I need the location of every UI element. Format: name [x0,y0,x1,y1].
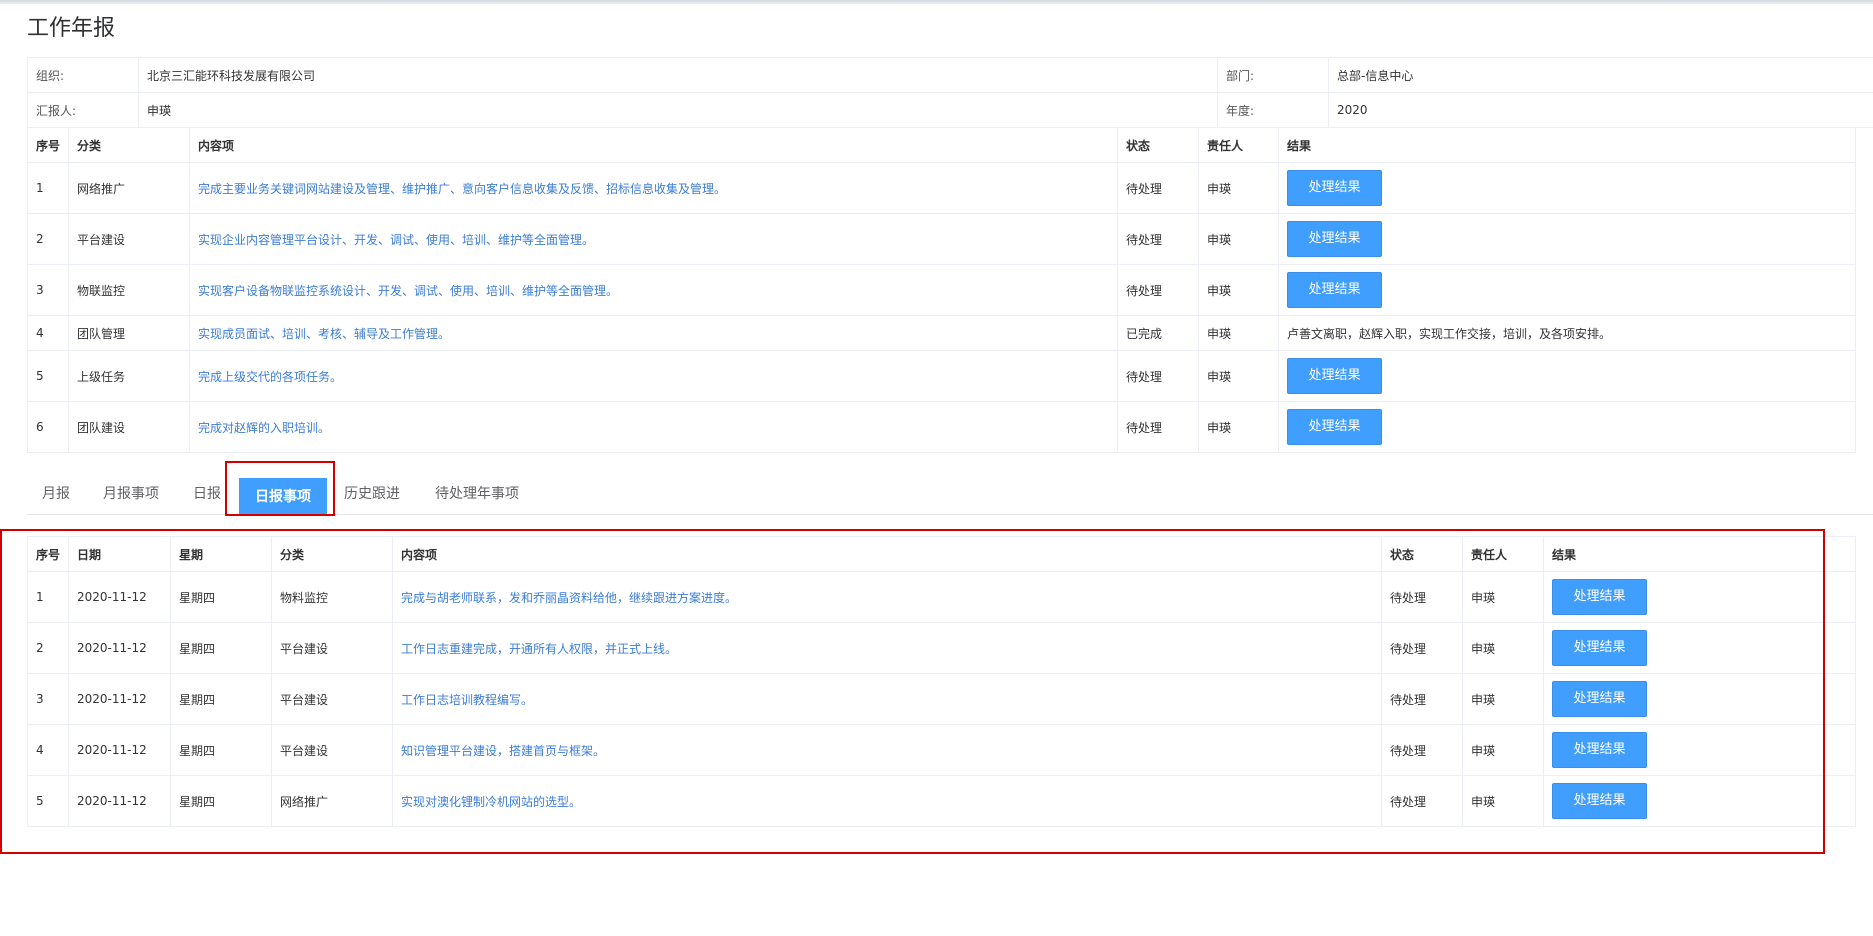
table-row: 2 平台建设 实现企业内容管理平台设计、开发、调试、使用、培训、维护等全面管理。… [27,213,1856,265]
top-bar [0,0,1873,4]
header-status: 状态 [1117,127,1199,163]
tab-daily-report[interactable]: 日报 [193,474,221,514]
tab-highlight-box [225,461,335,516]
reporter-label: 汇报人: [27,92,139,128]
row-status: 待处理 [1117,213,1199,265]
process-result-button[interactable]: 处理结果 [1287,272,1382,308]
row-category: 物联监控 [68,264,190,316]
row-category: 上级任务 [68,350,190,402]
row-category: 网络推广 [68,162,190,214]
tab-history-followup[interactable]: 历史跟进 [344,474,400,514]
row-owner: 申瑛 [1198,162,1279,214]
row-result-text: 卢善文离职，赵辉入职，实现工作交接，培训，及各项安排。 [1278,315,1856,351]
row-owner: 申瑛 [1198,350,1279,402]
header-content: 内容项 [189,127,1118,163]
table-row: 3 物联监控 实现客户设备物联监控系统设计、开发、调试、使用、培训、维护等全面管… [27,264,1856,316]
row-status: 待处理 [1117,350,1199,402]
row-status: 待处理 [1117,162,1199,214]
row-status: 已完成 [1117,315,1199,351]
header-owner: 责任人 [1198,127,1279,163]
row-category: 团队管理 [68,315,190,351]
dept-value: 总部-信息中心 [1328,57,1873,93]
reporter-value: 申瑛 [138,92,1218,128]
process-result-button[interactable]: 处理结果 [1287,358,1382,394]
row-category: 平台建设 [68,213,190,265]
table-row: 4 团队管理 实现成员面试、培训、考核、辅导及工作管理。 已完成 申瑛 卢善文离… [27,315,1856,351]
row-owner: 申瑛 [1198,213,1279,265]
org-value: 北京三汇能环科技发展有限公司 [138,57,1218,93]
row-content-link[interactable]: 完成主要业务关键词网站建设及管理、维护推广、意向客户信息收集及反馈、招标信息收集… [189,162,1118,214]
process-result-button[interactable]: 处理结果 [1287,221,1382,257]
page-title: 工作年报 [27,16,116,41]
row-content-link[interactable]: 实现企业内容管理平台设计、开发、调试、使用、培训、维护等全面管理。 [189,213,1118,265]
row-no: 2 [27,213,69,265]
row-content-link[interactable]: 完成对赵辉的入职培训。 [189,401,1118,453]
header-result: 结果 [1278,127,1856,163]
tab-monthly-items[interactable]: 月报事项 [103,474,159,514]
process-result-button[interactable]: 处理结果 [1287,409,1382,445]
row-status: 待处理 [1117,401,1199,453]
row-no: 5 [27,350,69,402]
table-row: 5 上级任务 完成上级交代的各项任务。 待处理 申瑛 处理结果 [27,350,1856,402]
process-result-button[interactable]: 处理结果 [1287,170,1382,206]
row-no: 1 [27,162,69,214]
row-owner: 申瑛 [1198,264,1279,316]
row-no: 6 [27,401,69,453]
row-no: 4 [27,315,69,351]
row-status: 待处理 [1117,264,1199,316]
table-row: 6 团队建设 完成对赵辉的入职培训。 待处理 申瑛 处理结果 [27,401,1856,453]
row-content-link[interactable]: 实现客户设备物联监控系统设计、开发、调试、使用、培训、维护等全面管理。 [189,264,1118,316]
row-no: 3 [27,264,69,316]
row-category: 团队建设 [68,401,190,453]
year-value: 2020 [1328,92,1873,128]
row-content-link[interactable]: 完成上级交代的各项任务。 [189,350,1118,402]
header-category: 分类 [68,127,190,163]
row-content-link[interactable]: 实现成员面试、培训、考核、辅导及工作管理。 [189,315,1118,351]
table-header-row: 序号 分类 内容项 状态 责任人 结果 [27,127,1856,163]
dept-label: 部门: [1217,57,1329,93]
row-owner: 申瑛 [1198,315,1279,351]
table-highlight-box [0,529,1825,854]
org-label: 组织: [27,57,139,93]
info-table: 组织: 北京三汇能环科技发展有限公司 部门: 总部-信息中心 汇报人: 申瑛 年… [27,57,1873,128]
annual-items-table: 序号 分类 内容项 状态 责任人 结果 1 网络推广 完成主要业务关键词网站建设… [27,127,1856,453]
year-label: 年度: [1217,92,1329,128]
row-owner: 申瑛 [1198,401,1279,453]
tab-monthly-report[interactable]: 月报 [42,474,70,514]
header-no: 序号 [27,127,69,163]
tab-pending-annual-items[interactable]: 待处理年事项 [435,474,519,514]
table-row: 1 网络推广 完成主要业务关键词网站建设及管理、维护推广、意向客户信息收集及反馈… [27,162,1856,214]
